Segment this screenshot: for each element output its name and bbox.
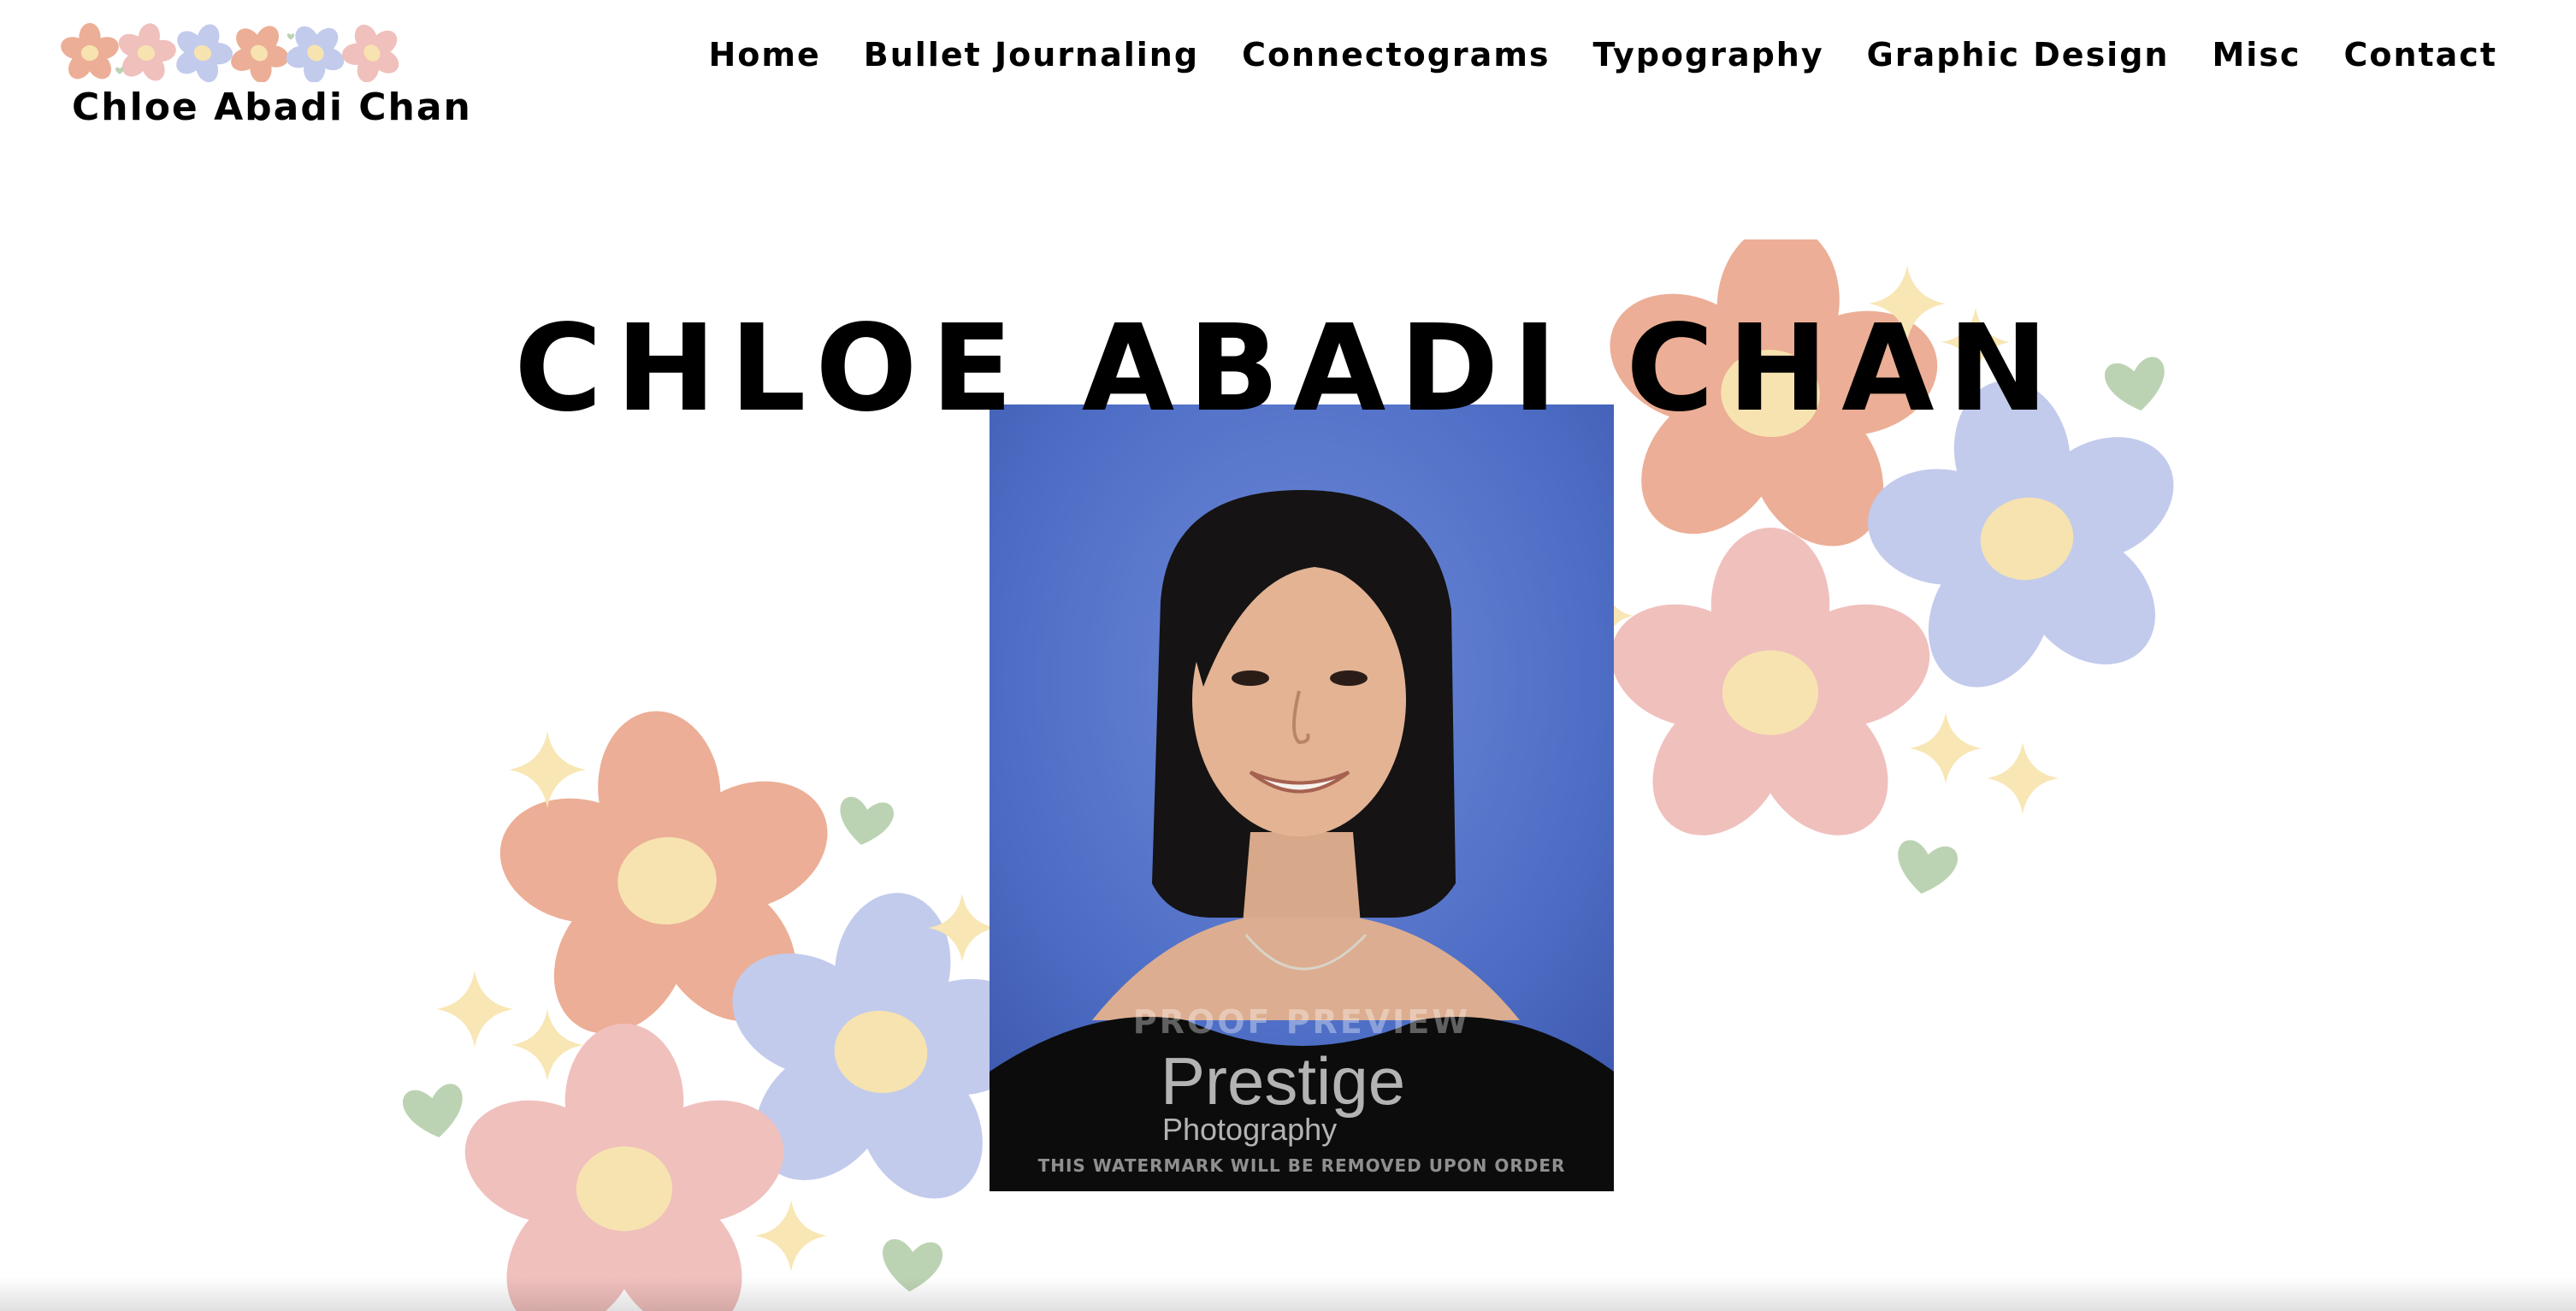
nav-bullet-journaling[interactable]: Bullet Journaling [864, 36, 1199, 74]
nav-home[interactable]: Home [709, 36, 821, 74]
watermark-subtitle: Photography [1162, 1112, 1338, 1147]
pink-flower-icon [1610, 527, 1930, 836]
watermark-notice: THIS WATERMARK WILL BE REMOVED UPON ORDE… [1037, 1155, 1566, 1176]
main-nav: Home Bullet Journaling Connectograms Typ… [709, 36, 2498, 74]
watermark-proof-preview: PROOF PREVIEW [1132, 1003, 1471, 1041]
hero-title: CHLOE ABADI CHAN [514, 298, 2062, 439]
nav-contact[interactable]: Contact [2343, 36, 2497, 74]
flower-row-icon [61, 22, 399, 82]
site-logo-text[interactable]: Chloe Abadi Chan [72, 86, 472, 129]
nav-typography[interactable]: Typography [1593, 36, 1824, 74]
portrait-photo: PROOF PREVIEW Prestige Photography THIS … [990, 405, 1614, 1191]
sparkle-icon [755, 1200, 827, 1272]
flower-decoration-left [403, 711, 1026, 1311]
sparkle-icon [1987, 742, 2059, 814]
pink-flower-icon [464, 1023, 784, 1311]
heart-icon [115, 67, 124, 74]
nav-misc[interactable]: Misc [2212, 36, 2301, 74]
sparkle-icon [436, 971, 513, 1048]
nav-graphic-design[interactable]: Graphic Design [1867, 36, 2170, 74]
logo-flower-icon [61, 22, 119, 80]
sparkle-icon [1910, 712, 1982, 784]
heart-icon [1898, 840, 1958, 894]
watermark-brand: Prestige [1161, 1043, 1406, 1119]
sparkle-icon [509, 731, 586, 808]
site-header: Chloe Abadi Chan Home Bullet Journaling … [0, 0, 2576, 129]
site-logo[interactable]: Chloe Abadi Chan [60, 22, 470, 133]
page-bottom-shadow [0, 1277, 2576, 1311]
nav-connectograms[interactable]: Connectograms [1242, 36, 1550, 74]
heart-icon [287, 33, 295, 40]
heart-icon [403, 1084, 463, 1137]
heart-icon [840, 796, 894, 845]
